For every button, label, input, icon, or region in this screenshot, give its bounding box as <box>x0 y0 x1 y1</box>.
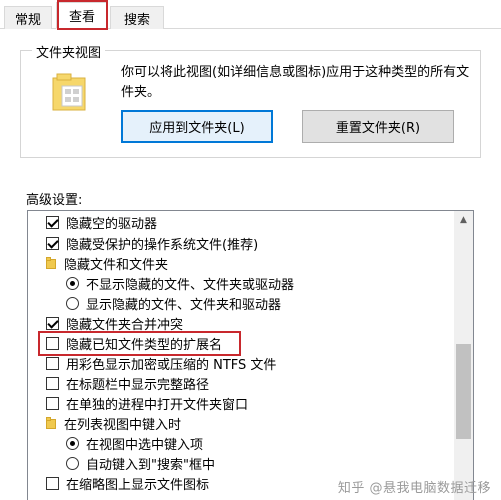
checkbox-checked-icon[interactable] <box>46 316 59 330</box>
reset-folders-label: 重置文件夹(R) <box>335 121 421 136</box>
checkbox-checked-icon[interactable] <box>46 215 59 229</box>
setting-select-typed-item[interactable]: 在视图中选中键入项 <box>66 433 203 453</box>
setting-label: 不显示隐藏的文件、文件夹或驱动器 <box>86 277 295 293</box>
setting-label: 自动键入到"搜索"框中 <box>86 457 215 473</box>
setting-hide-empty-drives[interactable]: 隐藏空的驱动器 <box>46 212 157 232</box>
scrollbar-thumb[interactable] <box>456 344 471 439</box>
checkbox-unchecked-icon[interactable] <box>46 336 59 350</box>
setting-label: 在缩略图上显示文件图标 <box>66 477 210 493</box>
setting-hide-protected-os-files[interactable]: 隐藏受保护的操作系统文件(推荐) <box>46 233 258 253</box>
tab-view[interactable]: 查看 <box>56 2 108 29</box>
radio-selected-icon[interactable] <box>66 436 79 450</box>
apply-to-folders-button[interactable]: 应用到文件夹(L) <box>121 110 273 143</box>
scroll-up-arrow-icon[interactable]: ▲ <box>454 211 473 229</box>
setting-separate-process[interactable]: 在单独的进程中打开文件夹窗口 <box>46 393 248 413</box>
setting-label: 隐藏文件夹合并冲突 <box>66 317 184 333</box>
checkbox-unchecked-icon[interactable] <box>46 476 59 490</box>
radio-selected-icon[interactable] <box>66 276 79 290</box>
setting-label: 用彩色显示加密或压缩的 NTFS 文件 <box>66 357 277 373</box>
apply-to-folders-label: 应用到文件夹(L) <box>149 121 245 136</box>
tab-general-label: 常规 <box>14 12 41 28</box>
folder-icon <box>46 257 56 269</box>
radio-unselected-icon[interactable] <box>66 456 79 470</box>
folder-icon <box>46 417 56 429</box>
checkbox-unchecked-icon[interactable] <box>46 376 59 390</box>
setting-hide-merge-conflicts[interactable]: 隐藏文件夹合并冲突 <box>46 313 183 333</box>
setting-label: 在列表视图中键入时 <box>64 417 182 433</box>
setting-label: 隐藏文件和文件夹 <box>64 257 169 273</box>
folder-view-description: 你可以将此视图(如详细信息或图标)应用于这种类型的所有文件夹。 <box>121 65 470 100</box>
setting-label: 在视图中选中键入项 <box>86 437 204 453</box>
setting-label: 隐藏受保护的操作系统文件(推荐) <box>66 237 259 253</box>
tab-view-label: 查看 <box>68 10 95 25</box>
setting-group-hidden-files: 隐藏文件和文件夹 <box>46 253 168 273</box>
setting-label: 隐藏已知文件类型的扩展名 <box>66 337 223 353</box>
setting-color-ntfs[interactable]: 用彩色显示加密或压缩的 NTFS 文件 <box>46 353 276 373</box>
setting-hide-extensions[interactable]: 隐藏已知文件类型的扩展名 <box>46 333 222 353</box>
folder-view-title: 文件夹视图 <box>32 42 106 61</box>
checkbox-unchecked-icon[interactable] <box>46 356 59 370</box>
setting-label: 显示隐藏的文件、文件夹和驱动器 <box>86 297 282 313</box>
setting-type-into-search[interactable]: 自动键入到"搜索"框中 <box>66 453 215 473</box>
setting-group-list-typing: 在列表视图中键入时 <box>46 413 181 433</box>
setting-label: 隐藏空的驱动器 <box>66 216 158 232</box>
reset-folders-button[interactable]: 重置文件夹(R) <box>302 110 454 143</box>
setting-show-hidden[interactable]: 显示隐藏的文件、文件夹和驱动器 <box>66 293 281 313</box>
setting-label: 在标题栏中显示完整路径 <box>66 377 210 393</box>
setting-thumbnail-file-icon[interactable]: 在缩略图上显示文件图标 <box>46 473 209 493</box>
setting-label: 在单独的进程中打开文件夹窗口 <box>66 397 249 413</box>
tab-search-label: 搜索 <box>123 12 150 28</box>
tab-general[interactable]: 常规 <box>4 6 52 29</box>
folder-view-icon <box>52 72 86 112</box>
checkbox-checked-icon[interactable] <box>46 236 59 250</box>
advanced-settings-label: 高级设置: <box>26 193 83 208</box>
tab-search[interactable]: 搜索 <box>110 6 164 29</box>
setting-full-path-title[interactable]: 在标题栏中显示完整路径 <box>46 373 209 393</box>
watermark: 知乎 @悬我电脑数据迁移 <box>337 481 491 496</box>
setting-dont-show-hidden[interactable]: 不显示隐藏的文件、文件夹或驱动器 <box>66 273 294 293</box>
radio-unselected-icon[interactable] <box>66 296 79 310</box>
checkbox-unchecked-icon[interactable] <box>46 396 59 410</box>
